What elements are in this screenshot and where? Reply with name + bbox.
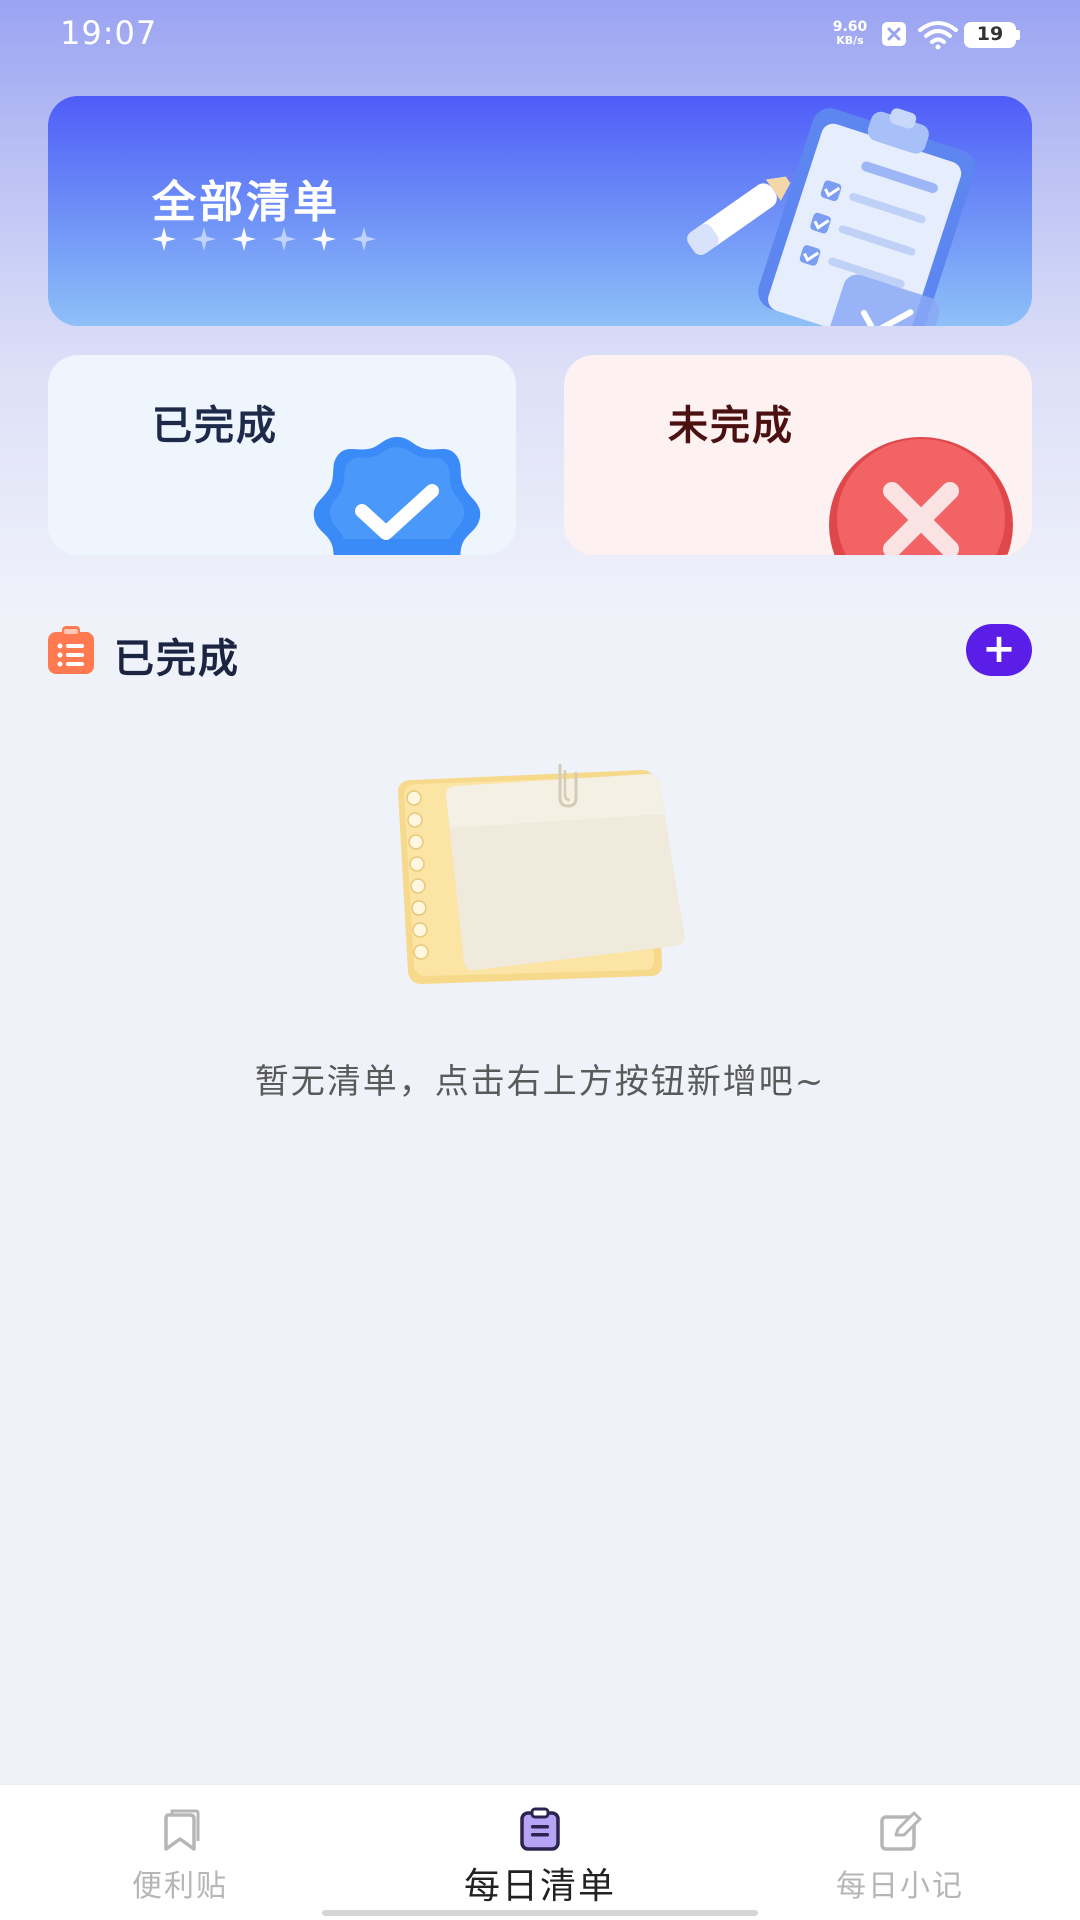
list-clipboard-icon: [48, 626, 94, 674]
nav-item-sticky-notes[interactable]: 便利贴: [0, 1785, 360, 1920]
notification-x-icon: [882, 22, 906, 46]
uncompleted-card-label: 未完成: [668, 403, 794, 449]
network-speed: 9.60 KB/s: [828, 20, 872, 48]
home-indicator: [322, 1910, 758, 1916]
completed-card-label: 已完成: [152, 403, 278, 449]
nav-item-daily-notes[interactable]: 每日小记: [720, 1785, 1080, 1920]
sparkles-decoration: [152, 227, 376, 251]
bookmark-icon: [164, 1809, 200, 1851]
network-speed-value: 9.60: [832, 19, 868, 35]
network-speed-unit: KB/s: [836, 34, 864, 47]
add-list-button[interactable]: +: [966, 624, 1032, 676]
clipboard-icon: [520, 1807, 560, 1851]
all-lists-banner[interactable]: 全部清单: [48, 96, 1032, 326]
section-header: 已完成 +: [48, 620, 1032, 682]
nav-item-daily-list[interactable]: 每日清单: [360, 1785, 720, 1920]
completed-card[interactable]: 已完成: [48, 355, 516, 555]
section-title: 已完成: [114, 636, 240, 682]
check-badge-icon: [313, 437, 481, 555]
status-bar: 19:07 9.60 KB/s 19: [0, 0, 1080, 70]
empty-state-message: 暂无清单，点击右上方按钮新增吧~: [254, 1062, 826, 1102]
nav-label-daily-notes: 每日小记: [836, 1869, 964, 1904]
uncompleted-card[interactable]: 未完成: [564, 355, 1032, 555]
edit-icon: [880, 1811, 922, 1851]
bottom-nav: 便利贴 每日清单 每日小记: [0, 1784, 1080, 1920]
battery-level: 19: [976, 23, 1004, 45]
nav-label-daily-list: 每日清单: [463, 1866, 616, 1907]
battery-icon: 19: [964, 22, 1020, 48]
banner-title: 全部清单: [152, 177, 340, 228]
empty-notes-illustration: [398, 764, 685, 984]
status-time: 19:07: [60, 14, 158, 52]
clipboard-checklist-icon: [687, 108, 976, 326]
cross-badge-icon: [829, 437, 1013, 555]
nav-label-sticky-notes: 便利贴: [132, 1869, 228, 1904]
wifi-icon: [918, 21, 958, 50]
